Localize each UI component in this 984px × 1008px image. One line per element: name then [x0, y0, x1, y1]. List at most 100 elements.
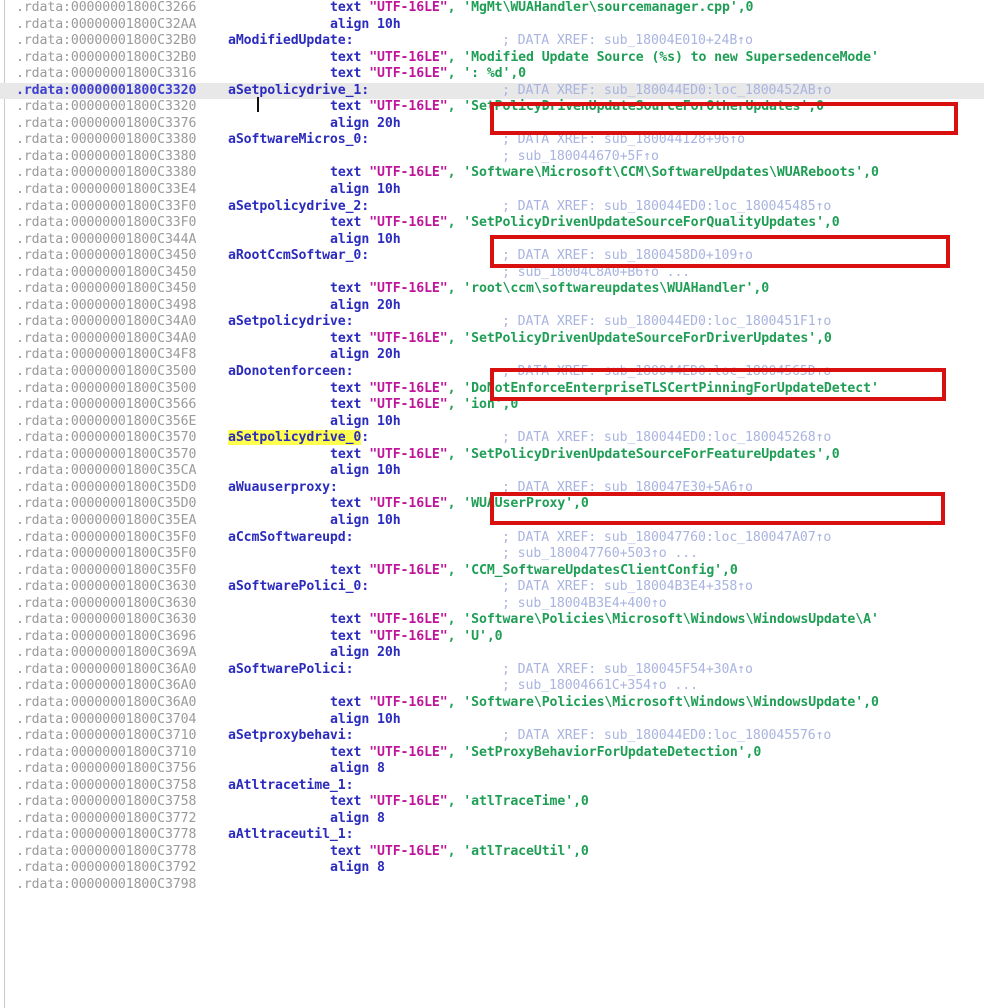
symbol-label[interactable]: aCcmSoftwareupd:: [228, 530, 354, 547]
disassembly-line[interactable]: .rdata:00000001800C3710 text "UTF-16LE", …: [0, 745, 984, 762]
disassembly-line[interactable]: .rdata:00000001800C34A0 text "UTF-16LE", …: [0, 331, 984, 348]
disassembly-line[interactable]: .rdata:00000001800C36A0 ; sub_18004661C+3…: [0, 678, 984, 695]
symbol-label[interactable]: aWuauserproxy:: [228, 480, 338, 497]
symbol-label[interactable]: aSoftwarePolici:: [228, 662, 354, 679]
line-address: .rdata:00000001800C3450: [16, 264, 197, 280]
instruction-operands: text "UTF-16LE", 'Software\Policies\Micr…: [330, 695, 879, 712]
line-address: .rdata:00000001800C3450: [16, 281, 197, 297]
xref-comment[interactable]: ; DATA XREF: sub_180047760:loc_180047A07…: [502, 530, 831, 547]
symbol-label[interactable]: aSetpolicydrive_2:: [228, 199, 369, 216]
xref-comment[interactable]: ; sub_18004661C+354↑o ...: [502, 678, 698, 695]
symbol-label[interactable]: aAtltracetime_1:: [228, 778, 354, 795]
disassembly-line[interactable]: .rdata:00000001800C34F8 align 20h: [0, 347, 984, 364]
symbol-label[interactable]: aSoftwarePolici_0:: [228, 579, 369, 596]
xref-comment[interactable]: ; DATA XREF: sub_180044ED0:loc_180045268…: [502, 430, 831, 447]
xref-comment[interactable]: ; sub_18004C8A0+B6↑o ...: [502, 265, 690, 282]
disassembly-line[interactable]: .rdata:00000001800C3630 ; sub_18004B3E4+4…: [0, 596, 984, 613]
xref-comment[interactable]: ; DATA XREF: sub_180044ED0:loc_1800452AB…: [502, 83, 831, 100]
disassembly-line[interactable]: .rdata:00000001800C3798: [0, 877, 984, 894]
disassembly-line[interactable]: .rdata:00000001800C3380 text "UTF-16LE", …: [0, 165, 984, 182]
disassembly-line[interactable]: .rdata:00000001800C36A0 text "UTF-16LE", …: [0, 695, 984, 712]
symbol-label[interactable]: aSetpolicydrive_0:: [228, 430, 369, 447]
disassembly-line[interactable]: .rdata:00000001800C3758 text "UTF-16LE", …: [0, 794, 984, 811]
line-address: .rdata:00000001800C344A: [16, 231, 197, 247]
xref-comment[interactable]: ; DATA XREF: sub_18004B3E4+358↑o: [502, 579, 753, 596]
string-literal: 'SetPolicyDrivenUpdateSourceForOtherUpda…: [463, 99, 809, 115]
disassembly-line[interactable]: .rdata:00000001800C3778 aAtltraceutil_1:: [0, 827, 984, 844]
instruction-operands: text "UTF-16LE", 'SetPolicyDrivenUpdateS…: [330, 331, 832, 348]
disassembly-line[interactable]: .rdata:00000001800C3630 aSoftwarePolici_0…: [0, 579, 984, 596]
xref-comment[interactable]: ; DATA XREF: sub_180044ED0:loc_1800451F1…: [502, 314, 831, 331]
disassembly-line[interactable]: .rdata:00000001800C33F0 text "UTF-16LE", …: [0, 215, 984, 232]
disassembly-line[interactable]: .rdata:00000001800C3316 text "UTF-16LE", …: [0, 66, 984, 83]
disassembly-line[interactable]: .rdata:00000001800C33F0 aSetpolicydrive_2…: [0, 199, 984, 216]
disassembly-line[interactable]: .rdata:00000001800C3450 ; sub_18004C8A0+B…: [0, 265, 984, 282]
disassembly-line[interactable]: .rdata:00000001800C34A0 aSetpolicydrive:;…: [0, 314, 984, 331]
disassembly-line[interactable]: .rdata:00000001800C33E4 align 10h: [0, 182, 984, 199]
disassembly-line[interactable]: .rdata:00000001800C3696 text "UTF-16LE", …: [0, 629, 984, 646]
xref-comment[interactable]: ; sub_18004B3E4+400↑o: [502, 596, 667, 613]
disassembly-line[interactable]: .rdata:00000001800C3498 align 20h: [0, 298, 984, 315]
disassembly-line[interactable]: .rdata:00000001800C3704 align 10h: [0, 712, 984, 729]
encoding-operand: "UTF-16LE": [361, 744, 448, 760]
operand-separator: ,: [447, 330, 464, 346]
disassembly-line[interactable]: .rdata:00000001800C35EA align 10h: [0, 513, 984, 530]
xref-comment[interactable]: ; DATA XREF: sub_180045F54+30A↑o: [502, 662, 753, 679]
xref-comment[interactable]: ; DATA XREF: sub_180044128+96↑o: [502, 132, 745, 149]
disassembly-line[interactable]: .rdata:00000001800C3756 align 8: [0, 761, 984, 778]
disassembly-line[interactable]: .rdata:00000001800C3376 align 20h: [0, 116, 984, 133]
xref-comment[interactable]: ; DATA XREF: sub_180044ED0:loc_180045576…: [502, 728, 831, 745]
xref-comment[interactable]: ; DATA XREF: sub_1800458D0+109↑o: [502, 248, 753, 265]
disassembly-line[interactable]: .rdata:00000001800C369A align 20h: [0, 645, 984, 662]
disassembly-line[interactable]: .rdata:00000001800C32AA align 10h: [0, 17, 984, 34]
disassembly-line[interactable]: .rdata:00000001800C3566 text "UTF-16LE", …: [0, 397, 984, 414]
disassembly-line[interactable]: .rdata:00000001800C3320 text "UTF-16LE", …: [0, 99, 984, 116]
symbol-label[interactable]: aDonotenforceen:: [228, 364, 354, 381]
symbol-label[interactable]: aRootCcmSoftwar_0:: [228, 248, 369, 265]
xref-comment[interactable]: ; DATA XREF: sub_18004E010+24B↑o: [502, 33, 753, 50]
disassembly-line[interactable]: .rdata:00000001800C3380 aSoftwareMicros_0…: [0, 132, 984, 149]
symbol-label[interactable]: aSetpolicydrive_1:: [228, 83, 369, 100]
disassembly-line[interactable]: .rdata:00000001800C356E align 10h: [0, 414, 984, 431]
disassembly-line[interactable]: .rdata:00000001800C3630 text "UTF-16LE", …: [0, 612, 984, 629]
line-address: .rdata:00000001800C35D0: [16, 496, 197, 512]
disassembly-line[interactable]: .rdata:00000001800C3500 aDonotenforceen:;…: [0, 364, 984, 381]
disassembly-line[interactable]: .rdata:00000001800C3450 text "UTF-16LE", …: [0, 281, 984, 298]
disassembly-line[interactable]: .rdata:00000001800C3450 aRootCcmSoftwar_0…: [0, 248, 984, 265]
disassembly-line[interactable]: .rdata:00000001800C344A align 10h: [0, 232, 984, 249]
line-address: .rdata:00000001800C3380: [16, 165, 197, 181]
disassembly-line[interactable]: .rdata:00000001800C35D0 text "UTF-16LE", …: [0, 496, 984, 513]
disassembly-line[interactable]: .rdata:00000001800C35F0 aCcmSoftwareupd:;…: [0, 530, 984, 547]
disassembly-line[interactable]: .rdata:00000001800C35D0 aWuauserproxy: ; D…: [0, 480, 984, 497]
xref-comment[interactable]: ; sub_180044670+5F↑o: [502, 149, 659, 166]
disassembly-line[interactable]: .rdata:00000001800C3792 align 8: [0, 860, 984, 877]
disassembly-line[interactable]: .rdata:00000001800C32B0 aModifiedUpdate:;…: [0, 33, 984, 50]
symbol-label[interactable]: aAtltraceutil_1:: [228, 827, 354, 844]
disassembly-line[interactable]: .rdata:00000001800C3500 text "UTF-16LE", …: [0, 381, 984, 398]
mnemonic: align 10h: [330, 182, 401, 198]
symbol-label[interactable]: aModifiedUpdate:: [228, 33, 354, 50]
disassembly-line[interactable]: .rdata:00000001800C3570 aSetpolicydrive_0…: [0, 430, 984, 447]
disassembly-line[interactable]: .rdata:00000001800C35F0 ; sub_180047760+5…: [0, 546, 984, 563]
symbol-label[interactable]: aSoftwareMicros_0:: [228, 132, 369, 149]
disassembly-listing[interactable]: .rdata:00000001800C3266 text "UTF-16LE", …: [0, 0, 984, 1008]
disassembly-line[interactable]: .rdata:00000001800C3758 aAtltracetime_1:: [0, 778, 984, 795]
disassembly-line[interactable]: .rdata:00000001800C3266 text "UTF-16LE", …: [0, 0, 984, 17]
disassembly-line[interactable]: .rdata:00000001800C36A0 aSoftwarePolici:;…: [0, 662, 984, 679]
xref-comment[interactable]: ; sub_180047760+503↑o ...: [502, 546, 698, 563]
symbol-label[interactable]: aSetproxybehavi:: [228, 728, 354, 745]
disassembly-line[interactable]: .rdata:00000001800C35CA align 10h: [0, 463, 984, 480]
symbol-label[interactable]: aSetpolicydrive:: [228, 314, 354, 331]
disassembly-line[interactable]: .rdata:00000001800C3320 aSetpolicydrive_1…: [0, 82, 984, 100]
xref-comment[interactable]: ; DATA XREF: sub_180044ED0:loc_18004565D…: [502, 364, 831, 381]
line-address: .rdata:00000001800C3266: [16, 0, 197, 15]
disassembly-line[interactable]: .rdata:00000001800C3710 aSetproxybehavi:;…: [0, 728, 984, 745]
disassembly-line[interactable]: .rdata:00000001800C3570 text "UTF-16LE", …: [0, 447, 984, 464]
disassembly-line[interactable]: .rdata:00000001800C32B0 text "UTF-16LE", …: [0, 50, 984, 67]
xref-comment[interactable]: ; DATA XREF: sub_180044ED0:loc_180045485…: [502, 199, 831, 216]
disassembly-line[interactable]: .rdata:00000001800C3380 ; sub_180044670+5…: [0, 149, 984, 166]
disassembly-line[interactable]: .rdata:00000001800C35F0 text "UTF-16LE", …: [0, 563, 984, 580]
xref-comment[interactable]: ; DATA XREF: sub_180047E30+5A6↑o: [502, 480, 753, 497]
disassembly-line[interactable]: .rdata:00000001800C3778 text "UTF-16LE", …: [0, 844, 984, 861]
disassembly-line[interactable]: .rdata:00000001800C3772 align 8: [0, 811, 984, 828]
